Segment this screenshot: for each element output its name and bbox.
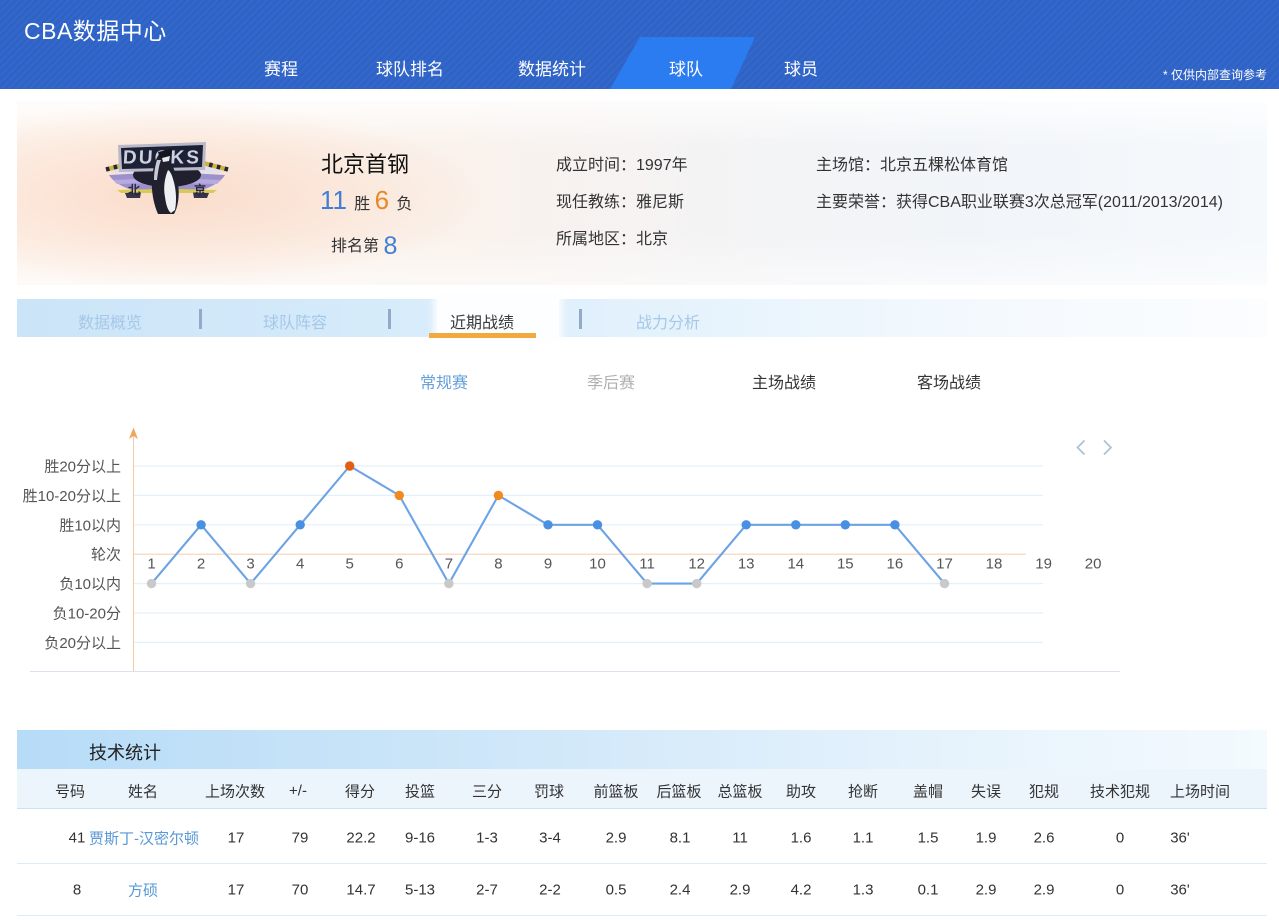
- svg-text:10: 10: [589, 556, 606, 573]
- svg-text:胜20分以上: 胜20分以上: [44, 459, 121, 476]
- svg-text:7: 7: [445, 556, 453, 573]
- svg-text:胜10-20分以上: 胜10-20分以上: [23, 488, 121, 505]
- svg-text:1: 1: [147, 556, 155, 573]
- svg-text:14: 14: [787, 556, 804, 573]
- svg-text:4: 4: [296, 556, 304, 573]
- svg-text:负20分以上: 负20分以上: [44, 635, 121, 652]
- svg-text:6: 6: [395, 556, 403, 573]
- svg-text:19: 19: [1035, 556, 1052, 573]
- svg-text:负10以内: 负10以内: [59, 576, 121, 593]
- svg-text:9: 9: [544, 556, 552, 573]
- svg-text:5: 5: [346, 556, 354, 573]
- svg-text:12: 12: [688, 556, 705, 573]
- svg-text:11: 11: [639, 556, 655, 573]
- svg-text:13: 13: [738, 556, 755, 573]
- svg-text:3: 3: [246, 556, 254, 573]
- svg-text:16: 16: [887, 556, 904, 573]
- svg-text:15: 15: [837, 556, 854, 573]
- svg-text:2: 2: [197, 556, 205, 573]
- svg-text:17: 17: [936, 556, 953, 573]
- svg-text:18: 18: [986, 556, 1003, 573]
- svg-text:负10-20分: 负10-20分: [53, 606, 121, 623]
- svg-text:胜10以内: 胜10以内: [59, 517, 121, 534]
- svg-text:20: 20: [1085, 556, 1102, 573]
- svg-text:京: 京: [194, 182, 206, 197]
- svg-text:轮次: 轮次: [91, 547, 121, 564]
- svg-text:8: 8: [494, 556, 502, 573]
- svg-text:北: 北: [128, 182, 140, 197]
